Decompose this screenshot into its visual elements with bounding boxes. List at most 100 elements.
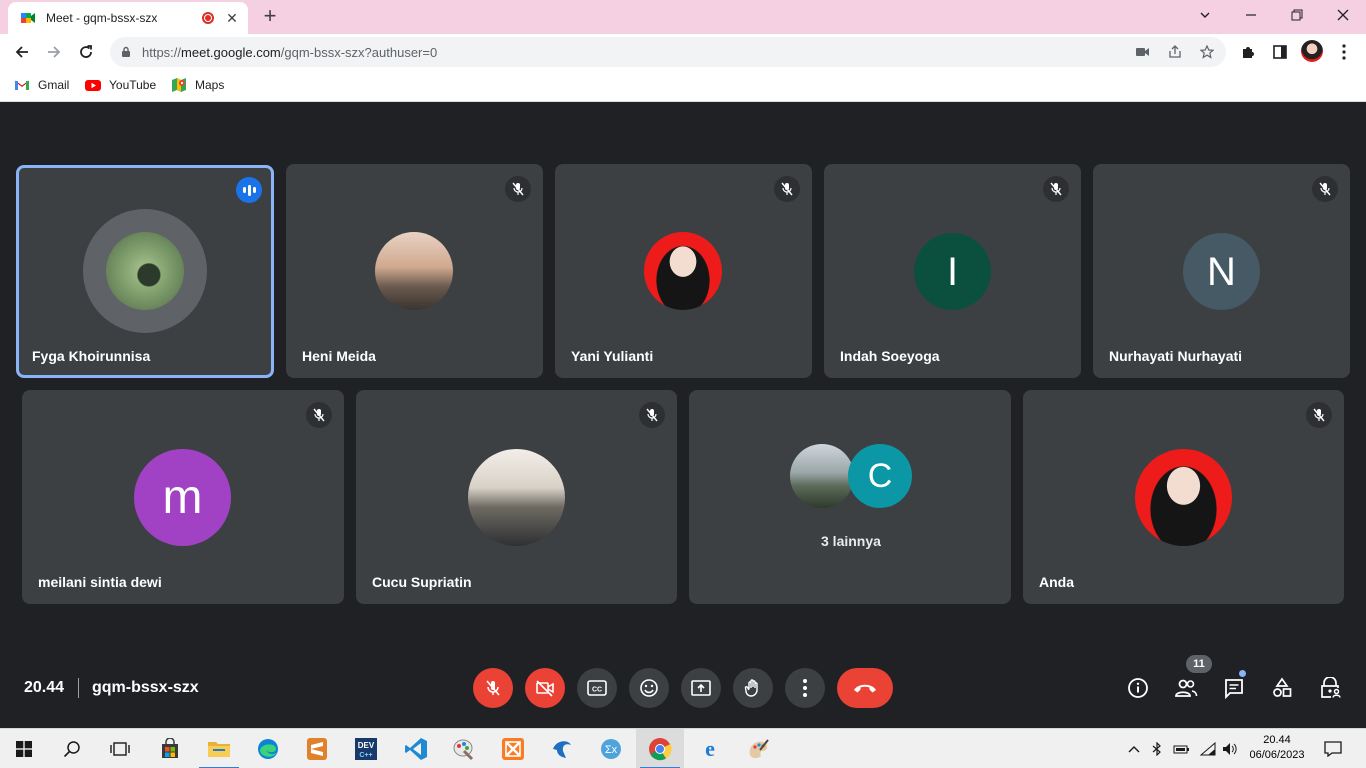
bookmark-star-icon[interactable] bbox=[1199, 44, 1215, 60]
tab-search-icon[interactable] bbox=[1182, 0, 1228, 30]
browser-tab-meet[interactable]: Meet - gqm-bssx-szx ✕ bbox=[8, 2, 248, 34]
present-button[interactable] bbox=[681, 668, 721, 708]
info-icon bbox=[1128, 678, 1148, 698]
tab-strip: Meet - gqm-bssx-szx ✕ + bbox=[0, 0, 1366, 34]
restore-button[interactable] bbox=[1274, 0, 1320, 30]
raise-hand-button[interactable] bbox=[733, 668, 773, 708]
participant-tile-self[interactable]: Anda bbox=[1023, 390, 1344, 604]
people-button[interactable] bbox=[1172, 674, 1200, 702]
show-hidden-icons-button[interactable] bbox=[1126, 729, 1142, 768]
volume-tray-icon[interactable] bbox=[1220, 729, 1240, 768]
taskbar-store[interactable] bbox=[146, 729, 194, 768]
avatar-initial: N bbox=[1207, 249, 1236, 294]
paint-palette-icon bbox=[749, 739, 769, 759]
more-options-button[interactable] bbox=[785, 668, 825, 708]
bluetooth-tray-icon[interactable] bbox=[1150, 729, 1164, 768]
address-bar[interactable]: https://meet.google.com/gqm-bssx-szx?aut… bbox=[110, 37, 1226, 67]
reload-button[interactable] bbox=[74, 40, 98, 64]
taskbar-vscode[interactable] bbox=[392, 729, 440, 768]
wifi-tray-icon[interactable] bbox=[1198, 729, 1218, 768]
bookmark-label: Gmail bbox=[38, 78, 70, 92]
divider bbox=[78, 678, 79, 698]
new-tab-button[interactable]: + bbox=[258, 4, 282, 28]
side-panel-icon[interactable] bbox=[1268, 40, 1292, 64]
lock-person-icon bbox=[1321, 677, 1341, 698]
browser-toolbar: https://meet.google.com/gqm-bssx-szx?aut… bbox=[0, 34, 1366, 70]
taskbar-edge[interactable] bbox=[244, 729, 292, 768]
bookmark-maps[interactable]: Maps bbox=[171, 77, 224, 93]
people-icon bbox=[1175, 679, 1198, 697]
mic-muted-icon bbox=[1043, 176, 1069, 202]
avatar-initial: m bbox=[162, 470, 203, 524]
taskbar-xampp[interactable] bbox=[489, 729, 537, 768]
avatar: m bbox=[134, 449, 231, 546]
lock-icon[interactable] bbox=[118, 44, 134, 60]
taskbar-devcpp[interactable]: DEV C++ bbox=[342, 729, 390, 768]
search-button[interactable] bbox=[48, 729, 96, 768]
bookmark-youtube[interactable]: YouTube bbox=[85, 77, 156, 93]
participant-tile-heni[interactable]: Heni Meida bbox=[286, 164, 543, 378]
chat-button[interactable] bbox=[1220, 674, 1248, 702]
camera-toggle-button[interactable] bbox=[525, 668, 565, 708]
participant-tile-fyga[interactable]: Fyga Khoirunnisa bbox=[16, 165, 274, 378]
activities-button[interactable] bbox=[1268, 674, 1296, 702]
sublime-text-icon bbox=[307, 738, 327, 760]
extensions-icon[interactable] bbox=[1236, 40, 1260, 64]
camera-in-use-icon[interactable] bbox=[1135, 44, 1151, 60]
bookmark-gmail[interactable]: Gmail bbox=[14, 77, 69, 93]
participant-name: Heni Meida bbox=[302, 348, 376, 364]
url-text[interactable]: https://meet.google.com/gqm-bssx-szx?aut… bbox=[142, 45, 437, 60]
leave-call-button[interactable] bbox=[837, 668, 893, 708]
participant-tile-indah[interactable]: I Indah Soeyoga bbox=[824, 164, 1081, 378]
more-vert-icon bbox=[803, 679, 807, 697]
task-view-icon bbox=[110, 742, 130, 756]
svg-text:DEV: DEV bbox=[358, 741, 375, 750]
chrome-icon bbox=[649, 738, 672, 761]
participant-tile-meilani[interactable]: m meilani sintia dewi bbox=[22, 390, 344, 604]
battery-tray-icon[interactable] bbox=[1172, 729, 1192, 768]
task-view-button[interactable] bbox=[96, 729, 144, 768]
participant-name: meilani sintia dewi bbox=[38, 574, 162, 590]
mic-toggle-button[interactable] bbox=[473, 668, 513, 708]
participant-tile-others[interactable]: C 3 lainnya bbox=[689, 390, 1011, 604]
dolphin-app-icon bbox=[553, 741, 571, 758]
mic-muted-icon bbox=[774, 176, 800, 202]
url-host: meet.google.com bbox=[181, 45, 281, 60]
taskbar-chrome[interactable] bbox=[636, 729, 684, 768]
minimize-button[interactable] bbox=[1228, 0, 1274, 30]
start-button[interactable] bbox=[0, 729, 48, 768]
notifications-button[interactable] bbox=[1318, 729, 1348, 768]
mic-muted-icon bbox=[1312, 176, 1338, 202]
reactions-button[interactable] bbox=[629, 668, 669, 708]
participant-tile-yani[interactable]: Yani Yulianti bbox=[555, 164, 812, 378]
taskbar-file-explorer[interactable] bbox=[195, 729, 243, 768]
taskbar-time: 20.44 bbox=[1263, 734, 1291, 746]
taskbar-netbeans[interactable] bbox=[538, 729, 586, 768]
forward-button[interactable] bbox=[42, 40, 66, 64]
participant-tile-nurhayati[interactable]: N Nurhayati Nurhayati bbox=[1093, 164, 1350, 378]
folder-icon bbox=[208, 742, 230, 757]
devcpp-icon: DEV C++ bbox=[355, 738, 377, 760]
taskbar-paint[interactable] bbox=[440, 729, 488, 768]
svg-text:e: e bbox=[705, 737, 715, 761]
taskbar-paint-app[interactable] bbox=[735, 729, 783, 768]
profile-avatar[interactable] bbox=[1301, 40, 1323, 62]
taskbar-maple[interactable]: Σx bbox=[587, 729, 635, 768]
close-tab-icon[interactable]: ✕ bbox=[224, 10, 240, 27]
meeting-code: gqm-bssx-szx bbox=[92, 679, 199, 696]
vscode-icon bbox=[405, 738, 427, 760]
participant-name: Yani Yulianti bbox=[571, 348, 654, 364]
taskbar-ie[interactable]: e bbox=[686, 729, 734, 768]
meeting-details-button[interactable] bbox=[1124, 674, 1152, 702]
chrome-menu-icon[interactable] bbox=[1332, 40, 1356, 64]
taskbar-clock[interactable]: 20.44 06/06/2023 bbox=[1246, 733, 1308, 763]
participant-tile-cucu[interactable]: Cucu Supriatin bbox=[356, 390, 677, 604]
mic-off-icon bbox=[486, 680, 500, 696]
taskbar-sublime[interactable] bbox=[293, 729, 341, 768]
close-window-button[interactable] bbox=[1320, 0, 1366, 30]
host-controls-button[interactable] bbox=[1316, 674, 1344, 702]
avatar bbox=[106, 232, 184, 310]
captions-button[interactable]: CC bbox=[577, 668, 617, 708]
share-icon[interactable] bbox=[1167, 44, 1183, 60]
back-button[interactable] bbox=[10, 40, 34, 64]
